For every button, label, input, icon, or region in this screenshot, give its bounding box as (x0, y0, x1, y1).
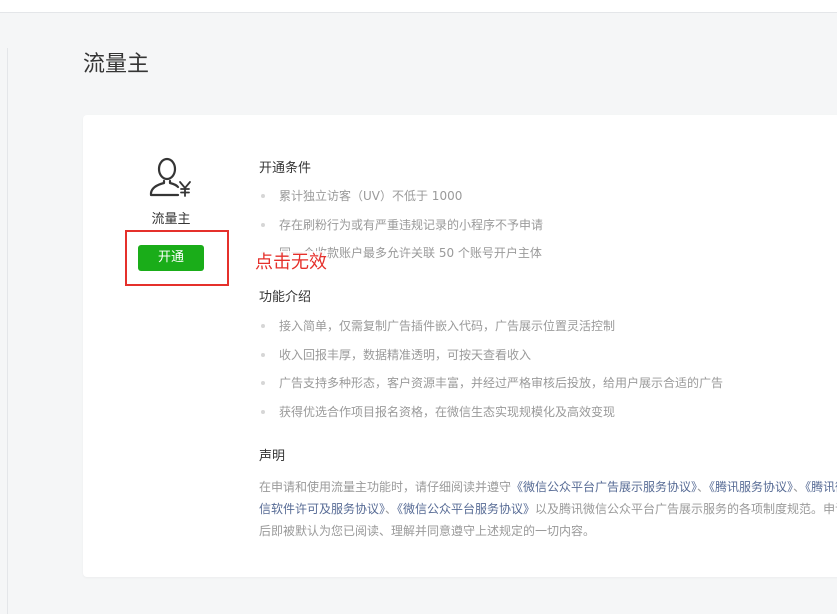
sidebar-divider (7, 48, 8, 614)
product-name: 流量主 (151, 212, 191, 227)
bullet-icon (261, 381, 265, 385)
list-item: 获得优选合作项目报名资格，在微信生态实现规模化及高效变现 (259, 398, 723, 427)
features-list: 接入简单，仅需复制广告插件嵌入代码，广告展示位置灵活控制 收入回报丰厚，数据精准… (259, 312, 723, 426)
top-bar (0, 0, 837, 13)
list-item: 接入简单，仅需复制广告插件嵌入代码，广告展示位置灵活控制 (259, 312, 723, 341)
bullet-icon (261, 324, 265, 328)
list-item: 存在刷粉行为或有严重违规记录的小程序不予申请 (259, 211, 543, 240)
conditions-heading: 开通条件 (259, 161, 312, 176)
statement-heading: 声明 (259, 449, 286, 464)
tencent-service-agreement-link[interactable]: 《腾讯服务协议》 (709, 480, 793, 494)
user-yen-icon (149, 157, 191, 197)
list-item: 广告支持多种形态，客户资源丰富，并经过严格审核后投放，给用户展示合适的广告 (259, 369, 723, 398)
features-heading: 功能介绍 (259, 290, 312, 305)
ad-service-agreement-link[interactable]: 《微信公众平台广告展示服务协议》 (511, 480, 697, 494)
statement-text: 在申请和使用流量主功能时，请仔细阅读并遵守《微信公众平台广告展示服务协议》、《腾… (259, 476, 837, 542)
platform-service-agreement-link[interactable]: 《微信公众平台服务协议》 (397, 502, 535, 516)
page-title: 流量主 (83, 52, 150, 77)
bullet-icon (261, 352, 265, 357)
bullet-icon (261, 409, 265, 414)
list-item: 收入回报丰厚，数据精准透明，可按天查看收入 (259, 341, 723, 370)
annotation-highlight-box (125, 230, 229, 286)
list-item: 累计独立访客（UV）不低于 1000 (259, 182, 543, 211)
bullet-icon (261, 222, 265, 227)
annotation-text: 点击无效 (255, 251, 327, 275)
bullet-icon (261, 194, 265, 198)
